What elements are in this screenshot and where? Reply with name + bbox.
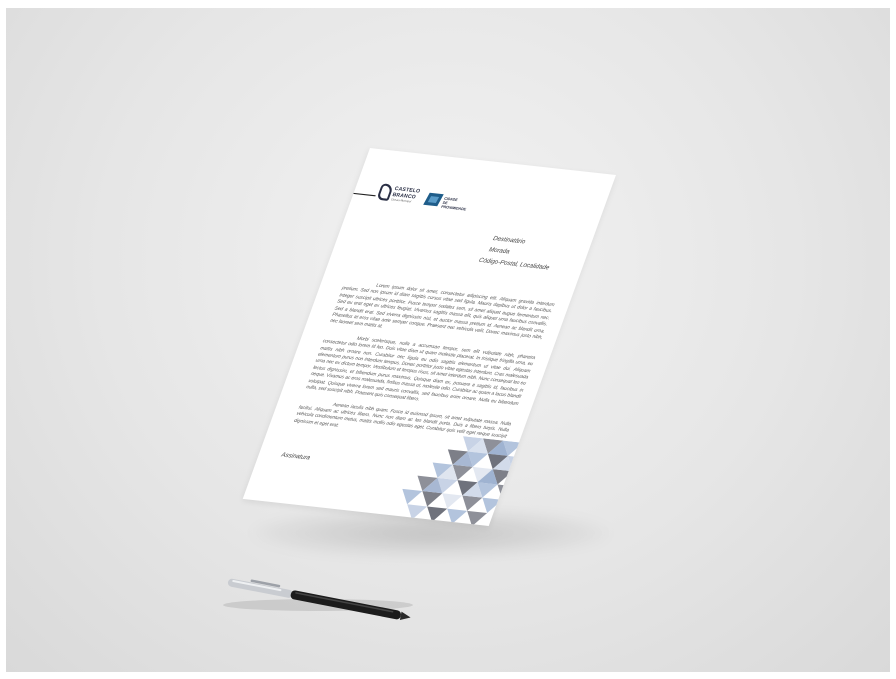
pen [223, 578, 413, 620]
pen-tip [399, 611, 411, 620]
mockup-scene: CASTELO BRANCO Câmara Municipal CIDADE D… [6, 8, 890, 672]
pen-group [227, 578, 411, 620]
